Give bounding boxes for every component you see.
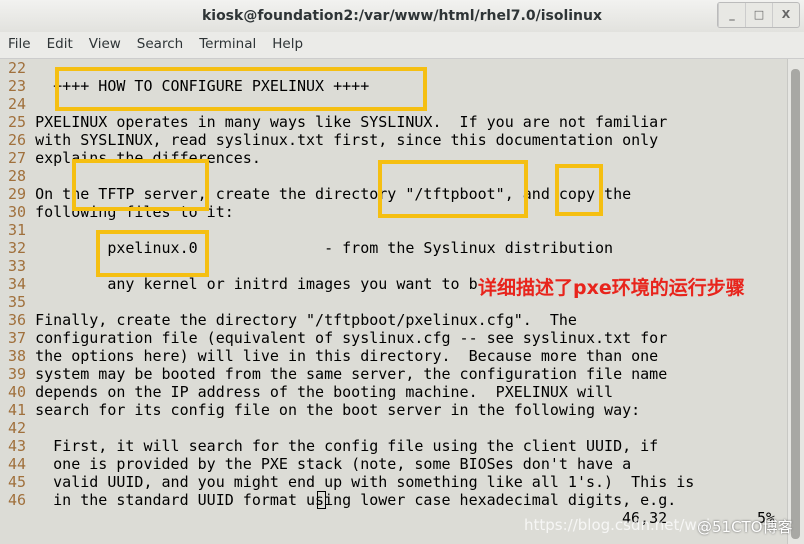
terminal-line: 38 the options here) will live in this d… xyxy=(8,347,658,365)
menu-bar: File Edit View Search Terminal Help xyxy=(0,32,804,59)
line-number: 39 xyxy=(8,365,27,383)
line-text: valid UUID, and you might end up with so… xyxy=(35,473,695,491)
line-number: 38 xyxy=(8,347,27,365)
line-text: any kernel or initrd images you want to … xyxy=(35,275,505,293)
line-number: 29 xyxy=(8,185,27,203)
line-number: 37 xyxy=(8,329,27,347)
terminal-line: 22 xyxy=(8,59,35,77)
menu-search[interactable]: Search xyxy=(129,32,191,58)
terminal-line: 31 xyxy=(8,221,35,239)
line-text: the options here) will live in this dire… xyxy=(35,347,659,365)
terminal-line: 41 search for its config file on the boo… xyxy=(8,401,640,419)
terminal-line: 46 in the standard UUID format using low… xyxy=(8,491,676,509)
terminal-line: 28 xyxy=(8,167,35,185)
line-number: 23 xyxy=(8,77,27,95)
line-text: PXELINUX operates in many ways like SYSL… xyxy=(35,113,668,131)
terminal-line: 35 xyxy=(8,293,35,311)
annotation-text: 详细描述了pxe环境的运行步骤 xyxy=(478,273,745,300)
line-number: 22 xyxy=(8,59,27,77)
menu-view[interactable]: View xyxy=(81,32,129,58)
line-number: 28 xyxy=(8,167,27,185)
line-number: 35 xyxy=(8,293,27,311)
terminal-line: 36 Finally, create the directory "/tftpb… xyxy=(8,311,577,329)
highlight-box-pxelinux0 xyxy=(96,230,209,277)
line-number: 32 xyxy=(8,239,27,257)
menu-help[interactable]: Help xyxy=(264,32,311,58)
line-number: 46 xyxy=(8,491,27,509)
line-number: 36 xyxy=(8,311,27,329)
line-number: 24 xyxy=(8,95,27,113)
text-cursor xyxy=(317,491,326,509)
menu-terminal[interactable]: Terminal xyxy=(191,32,264,58)
minimize-button[interactable]: _ xyxy=(718,3,745,27)
watermark-url: https://blog.csdn.net/wei xyxy=(524,516,711,534)
terminal-line: 44 one is provided by the PXE stack (not… xyxy=(8,455,631,473)
menu-edit[interactable]: Edit xyxy=(39,32,81,58)
line-number: 44 xyxy=(8,455,27,473)
highlight-box-tftpboot xyxy=(378,160,528,218)
scrollbar-thumb[interactable] xyxy=(791,69,800,539)
terminal-line: 24 xyxy=(8,95,35,113)
terminal-line: 34 any kernel or initrd images you want … xyxy=(8,275,505,293)
line-number: 26 xyxy=(8,131,27,149)
highlight-box-title xyxy=(55,67,427,111)
terminal-line: 25 PXELINUX operates in many ways like S… xyxy=(8,113,667,131)
watermark-brand: @51CTO博客 xyxy=(697,518,793,536)
terminal-line: 40 depends on the IP address of the boot… xyxy=(8,383,613,401)
highlight-box-copy xyxy=(555,164,603,216)
line-number: 43 xyxy=(8,437,27,455)
line-text: with SYSLINUX, read syslinux.txt first, … xyxy=(35,131,659,149)
line-text: in the standard UUID format using lower … xyxy=(35,491,677,509)
line-number: 33 xyxy=(8,257,27,275)
line-text: system may be booted from the same serve… xyxy=(35,365,668,383)
line-text: one is provided by the PXE stack (note, … xyxy=(35,455,632,473)
line-number: 25 xyxy=(8,113,27,131)
line-text: search for its config file on the boot s… xyxy=(35,401,641,419)
line-number: 31 xyxy=(8,221,27,239)
line-text: configuration file (equivalent of syslin… xyxy=(35,329,668,347)
terminal-line: 42 xyxy=(8,419,35,437)
line-number: 40 xyxy=(8,383,27,401)
line-number: 34 xyxy=(8,275,27,293)
close-button[interactable]: X xyxy=(772,3,799,27)
maximize-button[interactable]: □ xyxy=(745,3,772,27)
line-text: First, it will search for the config fil… xyxy=(35,437,659,455)
line-number: 45 xyxy=(8,473,27,491)
terminal-line: 37 configuration file (equivalent of sys… xyxy=(8,329,667,347)
line-number: 27 xyxy=(8,149,27,167)
scrollbar[interactable] xyxy=(787,59,804,544)
line-text: depends on the IP address of the booting… xyxy=(35,383,614,401)
highlight-box-tftp-server xyxy=(72,159,209,211)
terminal-area[interactable]: 22 23 ++++ HOW TO CONFIGURE PXELINUX +++… xyxy=(0,59,785,544)
window-title: kiosk@foundation2:/var/www/html/rhel7.0/… xyxy=(201,8,603,24)
line-number: 41 xyxy=(8,401,27,419)
terminal-line: 26 with SYSLINUX, read syslinux.txt firs… xyxy=(8,131,658,149)
terminal-line: 43 First, it will search for the config … xyxy=(8,437,658,455)
line-number: 42 xyxy=(8,419,27,437)
terminal-line: 33 xyxy=(8,257,35,275)
terminal-line: 39 system may be booted from the same se… xyxy=(8,365,667,383)
line-number: 30 xyxy=(8,203,27,221)
terminal-line: 45 valid UUID, and you might end up with… xyxy=(8,473,694,491)
window-titlebar: kiosk@foundation2:/var/www/html/rhel7.0/… xyxy=(0,0,804,32)
menu-file[interactable]: File xyxy=(0,32,39,58)
line-text: Finally, create the directory "/tftpboot… xyxy=(35,311,577,329)
